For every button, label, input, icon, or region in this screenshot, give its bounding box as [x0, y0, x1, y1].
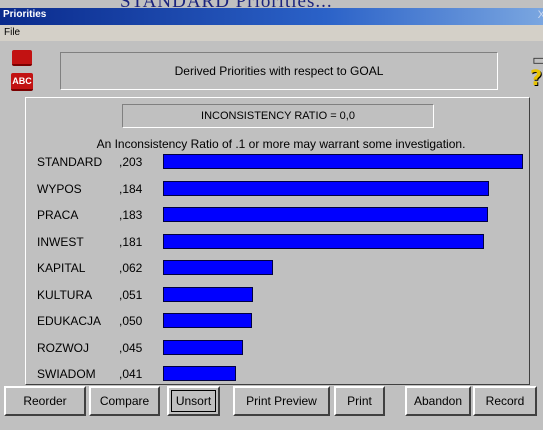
- inconsistency-note: An Inconsistency Ratio of .1 or more may…: [96, 137, 466, 151]
- value-label: ,181: [119, 235, 143, 249]
- value-label: ,183: [119, 208, 143, 222]
- priority-bar: [163, 154, 523, 169]
- close-icon[interactable]: X: [538, 9, 543, 21]
- window-title: Priorities: [3, 9, 47, 20]
- priority-bar: [163, 313, 252, 328]
- print-button-label: Print: [347, 394, 372, 408]
- value-label: ,184: [119, 182, 143, 196]
- record-button[interactable]: Record: [473, 386, 537, 416]
- inconsistency-ratio: INCONSISTENCY RATIO = 0,0: [201, 110, 355, 122]
- category-label: KULTURA: [37, 288, 93, 302]
- unsort-button[interactable]: Unsort: [167, 386, 220, 416]
- category-label: ROZWOJ: [37, 341, 89, 355]
- menu-bar: File: [0, 25, 543, 41]
- unsort-button-label: Unsort: [175, 394, 212, 408]
- category-label: SWIADOM: [37, 367, 96, 381]
- category-label: WYPOS: [37, 182, 82, 196]
- priority-bar: [163, 234, 484, 249]
- compare-button[interactable]: Compare: [89, 386, 160, 416]
- abandon-button[interactable]: Abandon: [405, 386, 471, 416]
- priority-bar: [163, 287, 253, 302]
- compare-button-label: Compare: [99, 394, 150, 408]
- category-label: STANDARD: [37, 155, 103, 169]
- value-label: ,041: [119, 367, 143, 381]
- value-label: ,062: [119, 261, 143, 275]
- print-button[interactable]: Print: [334, 386, 385, 416]
- record-button-label: Record: [485, 394, 525, 408]
- priority-bar: [163, 260, 273, 275]
- abandon-button-label: Abandon: [413, 394, 463, 408]
- red-tag-icon[interactable]: [12, 50, 32, 66]
- reorder-button[interactable]: Reorder: [4, 386, 86, 416]
- print-preview-button-label: Print Preview: [246, 394, 317, 408]
- priority-bar: [163, 366, 236, 381]
- menu-file[interactable]: File: [4, 27, 20, 38]
- header-title-box: Derived Priorities with respect to GOAL: [60, 52, 498, 90]
- value-label: ,050: [119, 314, 143, 328]
- value-label: ,045: [119, 341, 143, 355]
- category-label: PRACA: [37, 208, 79, 222]
- category-label: KAPITAL: [37, 261, 86, 275]
- priority-bar: [163, 181, 489, 196]
- priority-bar: [163, 340, 243, 355]
- reorder-button-label: Reorder: [23, 394, 67, 408]
- priority-bar: [163, 207, 488, 222]
- help-question-icon[interactable]: ?: [530, 66, 542, 90]
- inconsistency-ratio-box: INCONSISTENCY RATIO = 0,0: [122, 104, 434, 128]
- value-label: ,203: [119, 155, 143, 169]
- category-label: INWEST: [37, 235, 84, 249]
- category-label: EDUKACJA: [37, 314, 102, 328]
- abc-icon[interactable]: ABC: [11, 73, 33, 91]
- header-title: Derived Priorities with respect to GOAL: [174, 64, 384, 78]
- value-label: ,051: [119, 288, 143, 302]
- print-preview-button[interactable]: Print Preview: [233, 386, 330, 416]
- title-bar[interactable]: Priorities X: [0, 8, 543, 25]
